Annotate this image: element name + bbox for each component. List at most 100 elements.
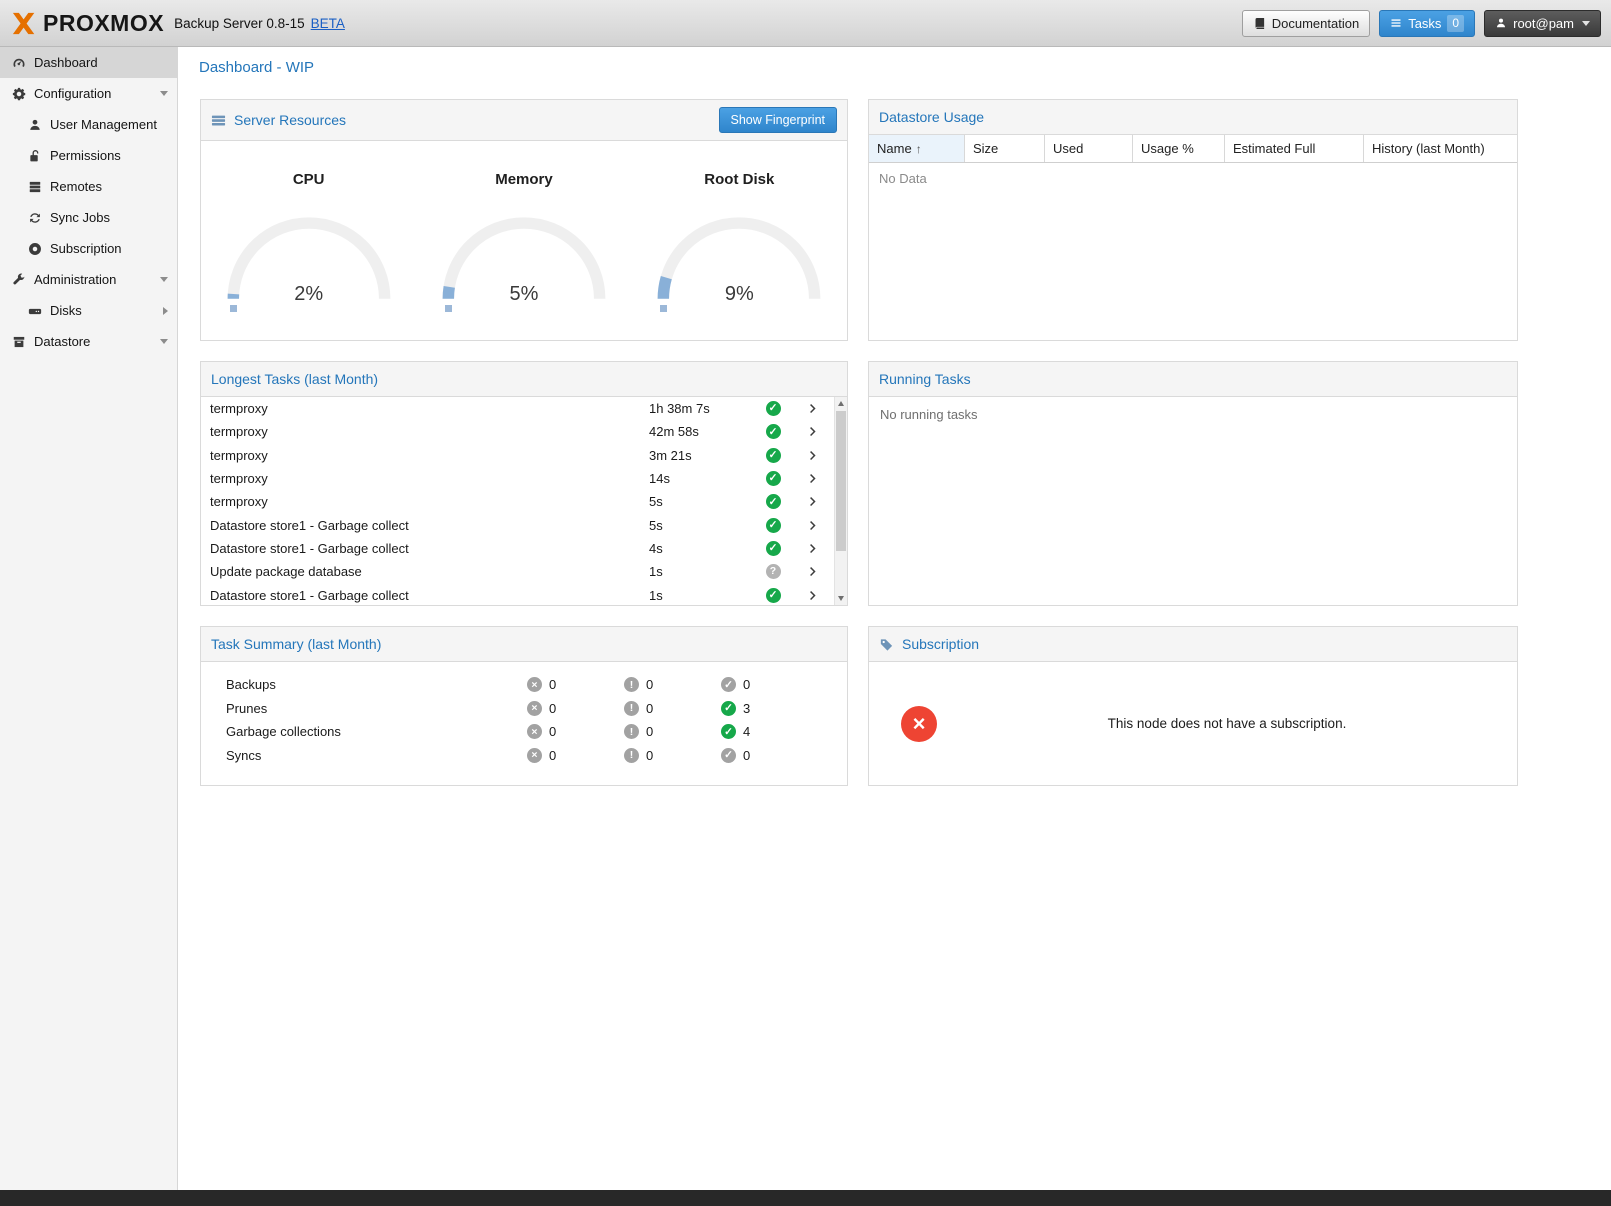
documentation-button[interactable]: Documentation — [1242, 10, 1370, 37]
sidebar-item-remotes[interactable]: Remotes — [0, 171, 177, 202]
error-count[interactable]: ×0 — [527, 748, 624, 763]
sidebar-item-administration[interactable]: Administration — [0, 264, 177, 295]
user-menu-label: root@pam — [1513, 16, 1574, 31]
no-subscription-icon: × — [901, 706, 937, 742]
sidebar-item-subscription[interactable]: Subscription — [0, 233, 177, 264]
task-row[interactable]: termproxy42m 58s✓ — [201, 420, 834, 443]
server-resources-panel: Server Resources Show Fingerprint CPU 2% — [200, 99, 848, 341]
task-name: termproxy — [210, 448, 649, 463]
sort-ascending-icon: ↑ — [916, 142, 922, 156]
datastore-usage-panel: Datastore Usage Name ↑ Size Used Usage %… — [868, 99, 1518, 341]
sidebar-item-label: User Management — [50, 117, 157, 132]
error-count[interactable]: ×0 — [527, 724, 624, 739]
error-icon: × — [527, 724, 542, 739]
ok-count[interactable]: ✓3 — [721, 701, 818, 716]
no-running-tasks-text: No running tasks — [869, 397, 1517, 432]
chevron-right-icon[interactable] — [792, 543, 834, 554]
warning-icon: ! — [624, 677, 639, 692]
tasks-button[interactable]: Tasks 0 — [1379, 10, 1475, 37]
show-fingerprint-button[interactable]: Show Fingerprint — [719, 107, 838, 133]
scroll-up-arrow[interactable] — [835, 397, 847, 410]
ok-count[interactable]: ✓0 — [721, 677, 818, 692]
column-header-history[interactable]: History (last Month) — [1364, 135, 1517, 162]
chevron-down-icon — [1582, 21, 1590, 26]
scroll-down-arrow[interactable] — [835, 592, 847, 605]
chevron-right-icon[interactable] — [792, 426, 834, 437]
chevron-right-icon[interactable] — [792, 496, 834, 507]
warning-count[interactable]: !0 — [624, 748, 721, 763]
topbar-actions: Documentation Tasks 0 root@pam — [1242, 10, 1601, 37]
sidebar-item-datastore[interactable]: Datastore — [0, 326, 177, 357]
scrollbar[interactable] — [834, 397, 847, 605]
warning-count[interactable]: !0 — [624, 677, 721, 692]
sidebar-item-dashboard[interactable]: Dashboard — [0, 47, 177, 78]
dashboard-icon — [11, 56, 27, 70]
sidebar: Dashboard Configuration User Management … — [0, 47, 178, 1190]
gauge-label: Root Disk — [644, 171, 834, 188]
user-icon — [1495, 17, 1507, 29]
task-row[interactable]: Update package database1s? — [201, 560, 834, 583]
task-name: Datastore store1 - Garbage collect — [210, 541, 649, 556]
chevron-right-icon[interactable] — [792, 403, 834, 414]
sidebar-item-label: Permissions — [50, 148, 121, 163]
sidebar-item-label: Disks — [50, 303, 82, 318]
warning-count[interactable]: !0 — [624, 724, 721, 739]
error-count[interactable]: ×0 — [527, 701, 624, 716]
server-resources-header: Server Resources Show Fingerprint — [201, 100, 847, 141]
scroll-thumb[interactable] — [836, 411, 846, 551]
sidebar-item-label: Dashboard — [34, 55, 98, 70]
sidebar-item-label: Datastore — [34, 334, 90, 349]
main-content: Dashboard - WIP Server Resources Show Fi… — [179, 47, 1611, 1190]
top-bar: PROXMOX Backup Server 0.8-15 BETA Docume… — [0, 0, 1611, 47]
server-icon — [27, 180, 43, 194]
warning-count[interactable]: !0 — [624, 701, 721, 716]
error-icon: × — [527, 677, 542, 692]
task-row[interactable]: Datastore store1 - Garbage collect5s✓ — [201, 513, 834, 536]
sidebar-item-disks[interactable]: Disks — [0, 295, 177, 326]
longest-tasks-header: Longest Tasks (last Month) — [201, 362, 847, 397]
task-row[interactable]: Datastore store1 - Garbage collect1s✓ — [201, 583, 834, 605]
sidebar-item-user-management[interactable]: User Management — [0, 109, 177, 140]
gauge-needle — [660, 305, 667, 312]
chevron-right-icon[interactable] — [792, 566, 834, 577]
task-row[interactable]: termproxy14s✓ — [201, 467, 834, 490]
chevron-right-icon[interactable] — [792, 520, 834, 531]
ok-count[interactable]: ✓0 — [721, 748, 818, 763]
task-row[interactable]: termproxy5s✓ — [201, 490, 834, 513]
tasks-count-badge: 0 — [1447, 15, 1464, 32]
chevron-right-icon[interactable] — [792, 590, 834, 601]
column-header-size[interactable]: Size — [965, 135, 1045, 162]
task-name: termproxy — [210, 471, 649, 486]
panel-title: Datastore Usage — [879, 109, 984, 125]
task-name: Update package database — [210, 564, 649, 579]
column-header-usage[interactable]: Usage % — [1133, 135, 1225, 162]
status-ok-icon: ✓ — [766, 541, 781, 556]
column-header-name[interactable]: Name ↑ — [869, 135, 965, 162]
chevron-down-icon — [160, 91, 168, 96]
sidebar-item-configuration[interactable]: Configuration — [0, 78, 177, 109]
user-icon — [27, 118, 43, 132]
task-duration: 1s — [649, 588, 754, 603]
column-header-used[interactable]: Used — [1045, 135, 1133, 162]
status-ok-icon: ✓ — [766, 518, 781, 533]
beta-link[interactable]: BETA — [311, 16, 345, 31]
task-row[interactable]: termproxy3m 21s✓ — [201, 444, 834, 467]
task-summary-panel: Task Summary (last Month) Backups×0!0✓0P… — [200, 626, 848, 786]
gauge-label: CPU — [214, 171, 404, 188]
chevron-right-icon[interactable] — [792, 450, 834, 461]
summary-row: Syncs×0!0✓0 — [201, 744, 847, 768]
status-ok-icon: ✓ — [766, 448, 781, 463]
sidebar-item-permissions[interactable]: Permissions — [0, 140, 177, 171]
hard-drive-icon — [27, 304, 43, 318]
column-header-estimated-full[interactable]: Estimated Full — [1225, 135, 1364, 162]
panel-title: Subscription — [902, 636, 979, 652]
ok-count[interactable]: ✓4 — [721, 724, 818, 739]
task-row[interactable]: termproxy1h 38m 7s✓ — [201, 397, 834, 420]
longest-tasks-list: termproxy1h 38m 7s✓termproxy42m 58s✓term… — [201, 397, 834, 605]
error-count[interactable]: ×0 — [527, 677, 624, 692]
user-menu-button[interactable]: root@pam — [1484, 10, 1601, 37]
sidebar-item-sync-jobs[interactable]: Sync Jobs — [0, 202, 177, 233]
chevron-right-icon[interactable] — [792, 473, 834, 484]
sidebar-item-label: Remotes — [50, 179, 102, 194]
task-row[interactable]: Datastore store1 - Garbage collect4s✓ — [201, 537, 834, 560]
